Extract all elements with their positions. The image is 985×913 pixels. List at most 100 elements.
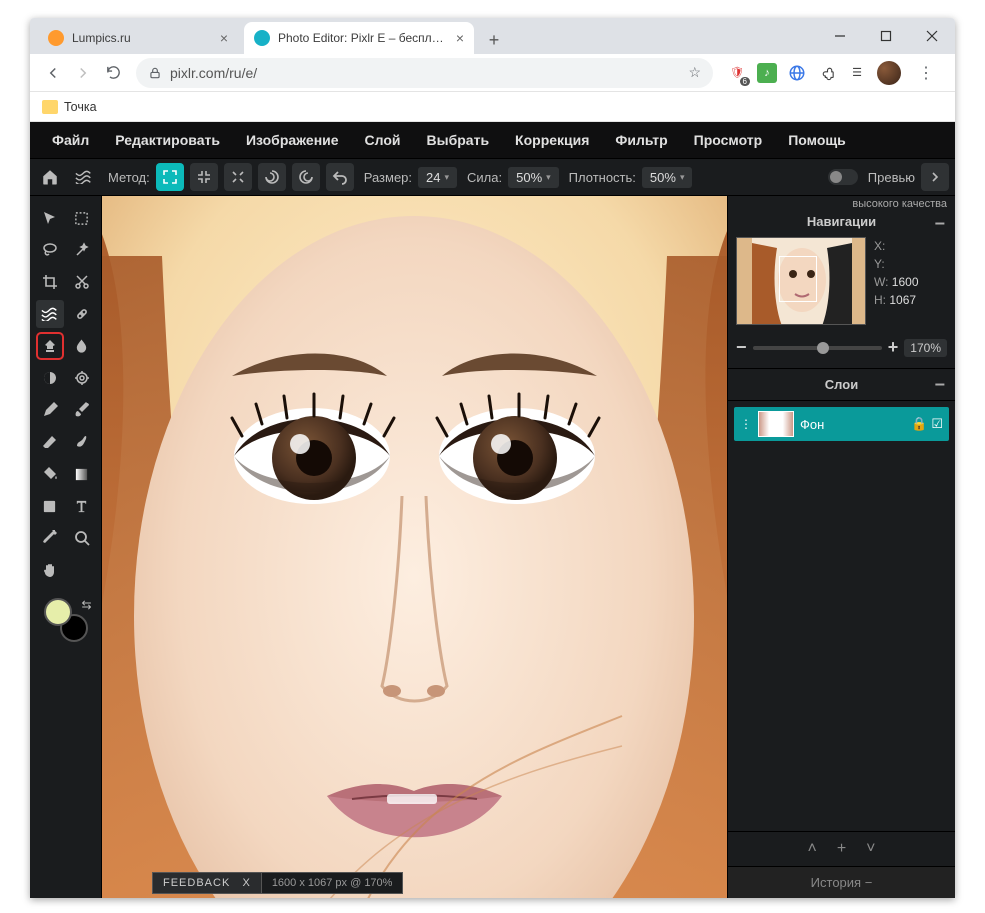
tool-gradient[interactable] — [68, 460, 96, 488]
feedback-close-icon[interactable]: X — [242, 877, 250, 889]
drag-handle-icon[interactable]: ⋮ — [740, 417, 752, 431]
layer-item[interactable]: ⋮ Фон 🔒 ☑ — [734, 407, 949, 441]
profile-avatar[interactable] — [877, 61, 901, 85]
navigator-thumbnail[interactable] — [736, 237, 866, 325]
tool-wand[interactable] — [68, 236, 96, 264]
menu-select[interactable]: Выбрать — [415, 126, 502, 154]
extensions-puzzle-icon[interactable] — [817, 63, 837, 83]
bookmark-star-icon[interactable]: ☆ — [688, 64, 701, 81]
chrome-menu-button[interactable]: ⋮ — [911, 63, 941, 83]
method-shrink-icon[interactable] — [190, 163, 218, 191]
add-layer-icon[interactable]: + — [837, 840, 846, 858]
navigator-viewport[interactable] — [779, 256, 817, 302]
density-dropdown[interactable]: 50% — [642, 167, 693, 188]
tool-crop[interactable] — [36, 268, 64, 296]
tool-heal[interactable] — [68, 300, 96, 328]
bookmarks-bar: Точка — [30, 92, 955, 122]
tool-zoom[interactable] — [68, 524, 96, 552]
zoom-slider[interactable] — [753, 346, 882, 350]
window-close-button[interactable] — [909, 18, 955, 54]
zoom-controls: − + 170% — [728, 333, 955, 368]
tool-shape[interactable] — [36, 492, 64, 520]
size-label: Размер: — [364, 170, 412, 185]
menu-view[interactable]: Просмотр — [682, 126, 775, 154]
tool-fill[interactable] — [36, 460, 64, 488]
undo-icon[interactable] — [326, 163, 354, 191]
tab-lumpics[interactable]: Lumpics.ru × — [38, 22, 238, 54]
zoom-out-button[interactable]: − — [736, 337, 747, 358]
back-button[interactable] — [38, 58, 68, 88]
menu-file[interactable]: Файл — [40, 126, 101, 154]
layer-down-icon[interactable]: ˅ — [866, 840, 875, 858]
ext-adblock-icon[interactable]: 🛡6 — [727, 63, 747, 83]
reading-list-icon[interactable]: ☰ — [847, 63, 867, 83]
history-title[interactable]: История − — [728, 866, 955, 898]
ext-green-icon[interactable]: ♪ — [757, 63, 777, 83]
tool-eyedropper[interactable] — [36, 524, 64, 552]
zoom-value[interactable]: 170% — [904, 339, 947, 357]
minimize-icon[interactable]: − — [934, 374, 945, 395]
menu-edit[interactable]: Редактировать — [103, 126, 232, 154]
menubar: Файл Редактировать Изображение Слой Выбр… — [30, 122, 955, 158]
tool-eraser[interactable] — [36, 428, 64, 456]
toolbox: ⇆ — [30, 196, 102, 898]
tool-clone[interactable] — [36, 332, 64, 360]
zoom-in-button[interactable]: + — [888, 337, 899, 358]
menu-help[interactable]: Помощь — [776, 126, 858, 154]
ext-globe-icon[interactable] — [787, 63, 807, 83]
foreground-color[interactable] — [44, 598, 72, 626]
tab-close-icon[interactable]: × — [220, 30, 228, 46]
home-icon[interactable] — [36, 163, 64, 191]
feedback-button[interactable]: FEEDBACK X — [152, 872, 262, 894]
forward-button[interactable] — [68, 58, 98, 88]
menu-filter[interactable]: Фильтр — [603, 126, 679, 154]
window-controls — [817, 18, 955, 54]
size-dropdown[interactable]: 24 — [418, 167, 457, 188]
tool-hand[interactable] — [36, 556, 64, 584]
layer-up-icon[interactable]: ˄ — [807, 840, 816, 858]
canvas-area[interactable]: FEEDBACK X 1600 x 1067 px @ 170% — [102, 196, 727, 898]
lock-icon[interactable]: 🔒 — [911, 416, 927, 432]
tab-title: Photo Editor: Pixlr E – бесплатн — [278, 31, 448, 45]
menu-correction[interactable]: Коррекция — [503, 126, 601, 154]
tool-smudge[interactable] — [68, 428, 96, 456]
minimize-icon[interactable]: − — [934, 213, 945, 234]
tool-pen[interactable] — [36, 396, 64, 424]
address-bar[interactable]: pixlr.com/ru/e/ ☆ — [136, 58, 713, 88]
minimize-icon[interactable]: − — [865, 875, 873, 890]
menu-image[interactable]: Изображение — [234, 126, 351, 154]
layer-thumbnail — [758, 411, 794, 437]
tool-sponge[interactable] — [68, 364, 96, 392]
window-maximize-button[interactable] — [863, 18, 909, 54]
tool-text[interactable] — [68, 492, 96, 520]
method-enlarge-icon[interactable] — [156, 163, 184, 191]
method-swirl-left-icon[interactable] — [258, 163, 286, 191]
tool-move[interactable] — [36, 204, 64, 232]
url-text: pixlr.com/ru/e/ — [170, 65, 257, 81]
tool-dodge[interactable] — [36, 364, 64, 392]
tool-marquee[interactable] — [68, 204, 96, 232]
reload-button[interactable] — [98, 58, 128, 88]
swap-colors-icon[interactable]: ⇆ — [81, 598, 91, 612]
color-swatches[interactable]: ⇆ — [44, 598, 88, 642]
method-pinch-icon[interactable] — [224, 163, 252, 191]
tool-lasso[interactable] — [36, 236, 64, 264]
lock-icon — [148, 66, 162, 80]
method-swirl-right-icon[interactable] — [292, 163, 320, 191]
tab-pixlr[interactable]: Photo Editor: Pixlr E – бесплатн × — [244, 22, 474, 54]
tool-cut[interactable] — [68, 268, 96, 296]
layers-footer: ˄ + ˅ — [728, 831, 955, 866]
bookmark-item[interactable]: Точка — [64, 100, 97, 114]
tab-close-icon[interactable]: × — [456, 30, 464, 46]
preview-toggle[interactable] — [828, 169, 858, 185]
new-tab-button[interactable]: + — [480, 26, 508, 54]
tool-liquify[interactable] — [36, 300, 64, 328]
expand-panel-icon[interactable] — [921, 163, 949, 191]
strength-dropdown[interactable]: 50% — [508, 167, 559, 188]
window-minimize-button[interactable] — [817, 18, 863, 54]
visible-icon[interactable]: ☑ — [931, 416, 943, 432]
tool-brush[interactable] — [68, 396, 96, 424]
menu-layer[interactable]: Слой — [353, 126, 413, 154]
tool-blur[interactable] — [68, 332, 96, 360]
extensions: 🛡6 ♪ ☰ ⋮ — [721, 61, 947, 85]
